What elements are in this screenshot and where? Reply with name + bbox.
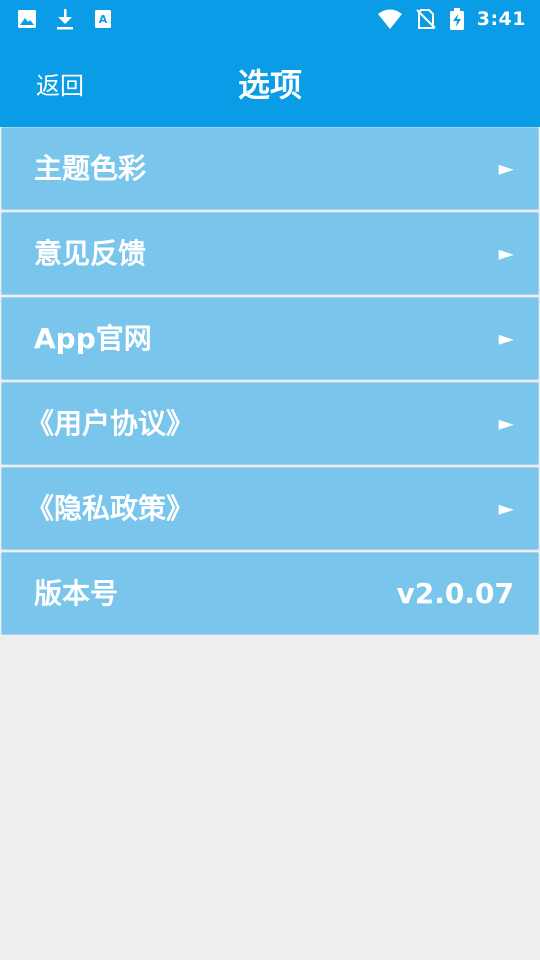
menu-item-label: App官网 xyxy=(34,322,152,355)
menu-item-user-agreement[interactable]: 《用户协议》 ► xyxy=(1,382,539,465)
download-icon xyxy=(57,9,73,30)
wifi-icon xyxy=(377,9,402,29)
back-button[interactable]: 返回 xyxy=(36,66,84,101)
arrow-right-icon: ► xyxy=(498,326,514,350)
arrow-right-icon: ► xyxy=(498,241,514,265)
menu-item-label: 《隐私政策》 xyxy=(26,492,195,525)
status-bar: A 3:41 xyxy=(0,0,540,38)
version-label: 版本号 xyxy=(34,577,119,610)
menu-item-privacy-policy[interactable]: 《隐私政策》 ► xyxy=(1,467,539,550)
app-header: A 3:41 返回 选项 xyxy=(0,0,540,127)
options-list: 主题色彩 ► 意见反馈 ► App官网 ► 《用户协议》 ► 《隐私政策》 ► … xyxy=(1,127,539,637)
status-time: 3:41 xyxy=(476,8,526,30)
svg-text:A: A xyxy=(99,13,108,26)
menu-item-app-website[interactable]: App官网 ► xyxy=(1,297,539,380)
menu-item-theme-color[interactable]: 主题色彩 ► xyxy=(1,127,539,210)
battery-charging-icon xyxy=(449,8,464,30)
image-icon xyxy=(18,10,36,28)
arrow-right-icon: ► xyxy=(498,411,514,435)
version-value: v2.0.07 xyxy=(396,577,514,610)
version-row: 版本号 v2.0.07 xyxy=(1,552,539,635)
menu-item-label: 《用户协议》 xyxy=(26,407,195,440)
arrow-right-icon: ► xyxy=(498,156,514,180)
menu-item-label: 意见反馈 xyxy=(34,237,147,270)
no-sim-icon xyxy=(416,9,436,29)
menu-item-feedback[interactable]: 意见反馈 ► xyxy=(1,212,539,295)
font-app-icon: A xyxy=(95,10,111,28)
arrow-right-icon: ► xyxy=(498,496,514,520)
menu-item-label: 主题色彩 xyxy=(34,152,147,185)
